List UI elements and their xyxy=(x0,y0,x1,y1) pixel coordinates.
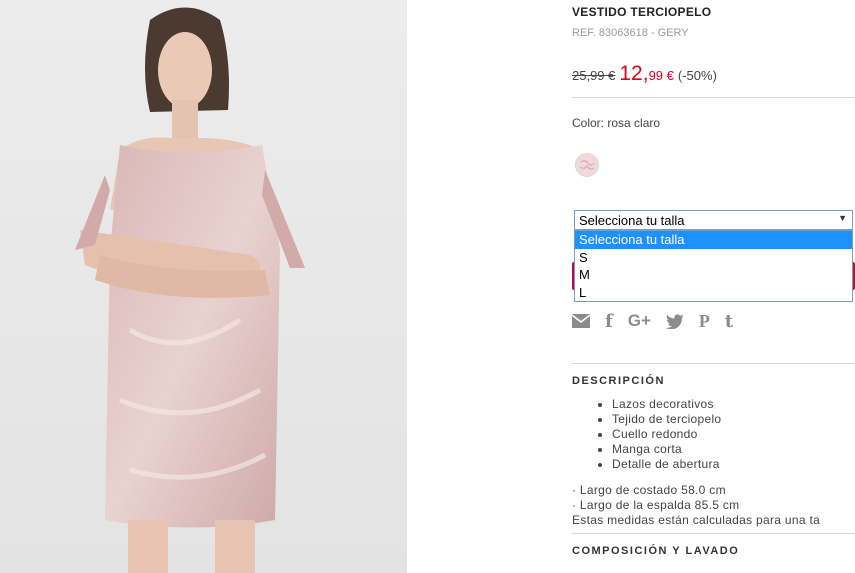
product-image[interactable] xyxy=(0,0,407,573)
twitter-icon[interactable] xyxy=(665,310,684,332)
size-option[interactable]: L xyxy=(575,284,852,302)
old-price: 25,99 € xyxy=(572,68,616,83)
swatch-texture-icon xyxy=(576,154,598,176)
facebook-icon[interactable]: f xyxy=(605,310,613,332)
model-photo xyxy=(0,0,407,573)
description-title[interactable]: DESCRIPCIÓN xyxy=(572,375,665,387)
composition-title[interactable]: COMPOSICIÓN Y LAVADO xyxy=(572,545,739,557)
size-option[interactable]: M xyxy=(575,266,852,284)
list-item: Lazos decorativos xyxy=(612,397,721,412)
share-bar: f G+ P t xyxy=(572,310,748,332)
discount-badge: (-50%) xyxy=(677,68,717,83)
product-reference: REF. 83063618 - GERY xyxy=(572,27,689,39)
chevron-down-icon: ▼ xyxy=(838,213,847,223)
list-item: Cuello redondo xyxy=(612,427,721,442)
list-item: Manga corta xyxy=(612,442,721,457)
measure-line: Estas medidas están calculadas para una … xyxy=(572,513,821,527)
google-plus-icon[interactable]: G+ xyxy=(628,310,651,332)
mail-icon[interactable] xyxy=(572,310,590,332)
size-dropdown-list: Selecciona tu talla S M L xyxy=(574,230,853,302)
measure-line: · Largo de la espalda 85.5 cm xyxy=(572,498,740,512)
measure-line: · Largo de costado 58.0 cm xyxy=(572,483,726,497)
divider xyxy=(572,533,855,534)
list-item: Detalle de abertura xyxy=(612,457,721,472)
sale-price-decimal: 99 € xyxy=(648,68,674,83)
tumblr-icon[interactable]: t xyxy=(725,310,733,332)
color-swatch-rosa-claro[interactable] xyxy=(575,153,599,177)
description-list: Lazos decorativos Tejido de terciopelo C… xyxy=(612,397,721,472)
divider xyxy=(572,97,855,98)
divider xyxy=(572,363,855,364)
size-select[interactable]: Selecciona tu talla ▼ xyxy=(574,210,853,230)
size-option[interactable]: Selecciona tu talla xyxy=(575,231,852,249)
price-row: 25,99 € 12, 99 € (-50%) xyxy=(572,62,717,86)
pinterest-icon[interactable]: P xyxy=(699,310,710,332)
product-title: VESTIDO TERCIOPELO xyxy=(572,5,712,19)
measurements: · Largo de costado 58.0 cm · Largo de la… xyxy=(572,483,855,528)
size-select-value: Selecciona tu talla xyxy=(579,213,685,228)
list-item: Tejido de terciopelo xyxy=(612,412,721,427)
color-label: Color: rosa claro xyxy=(572,116,661,130)
sale-price-integer: 12, xyxy=(619,62,649,85)
product-info: VESTIDO TERCIOPELO REF. 83063618 - GERY … xyxy=(572,0,855,573)
size-option[interactable]: S xyxy=(575,249,852,267)
